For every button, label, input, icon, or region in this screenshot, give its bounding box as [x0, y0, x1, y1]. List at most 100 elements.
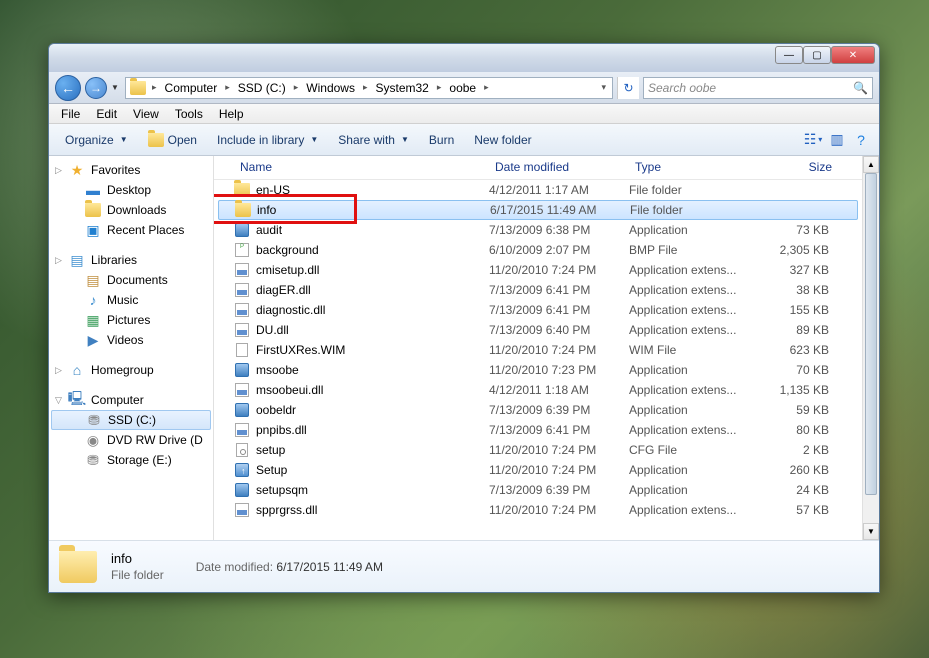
file-row[interactable]: msoobe11/20/2010 7:23 PMApplication70 KB [214, 360, 862, 380]
open-button[interactable]: Open [140, 128, 205, 152]
titlebar[interactable]: — ▢ ✕ [49, 44, 879, 72]
menu-file[interactable]: File [53, 105, 88, 123]
nav-music[interactable]: ♪Music [49, 290, 213, 310]
chevron-right-icon[interactable]: ▸ [290, 82, 303, 93]
column-date[interactable]: Date modified [489, 156, 629, 179]
breadcrumb-ssd[interactable]: SSD (C:) [234, 81, 290, 95]
file-row[interactable]: diagnostic.dll7/13/2009 6:41 PMApplicati… [214, 300, 862, 320]
include-library-button[interactable]: Include in library▼ [209, 129, 326, 151]
scroll-down-button[interactable]: ▼ [863, 523, 879, 540]
file-row[interactable]: DU.dll7/13/2009 6:40 PMApplication exten… [214, 320, 862, 340]
nav-downloads[interactable]: Downloads [49, 200, 213, 220]
file-icon [234, 442, 250, 458]
file-type-label: BMP File [629, 243, 749, 257]
file-row[interactable]: setupsqm7/13/2009 6:39 PMApplication24 K… [214, 480, 862, 500]
file-name-label: oobeldr [256, 403, 296, 417]
file-name-label: cmisetup.dll [256, 263, 319, 277]
breadcrumb-system32[interactable]: System32 [372, 81, 433, 95]
file-row[interactable]: FirstUXRes.WIM11/20/2010 7:24 PMWIM File… [214, 340, 862, 360]
preview-pane-button[interactable]: ▥ [827, 131, 847, 149]
column-name[interactable]: Name [234, 156, 489, 179]
file-icon [234, 222, 250, 238]
file-type-label: Application [629, 463, 749, 477]
nav-computer[interactable]: ▽🖳Computer [49, 390, 213, 410]
nav-homegroup[interactable]: ▷⌂Homegroup [49, 360, 213, 380]
nav-pictures[interactable]: ▦Pictures [49, 310, 213, 330]
file-row[interactable]: pnpibs.dll7/13/2009 6:41 PMApplication e… [214, 420, 862, 440]
breadcrumb[interactable]: ▸ Computer ▸ SSD (C:) ▸ Windows ▸ System… [125, 77, 613, 99]
file-row[interactable]: audit7/13/2009 6:38 PMApplication73 KB [214, 220, 862, 240]
share-with-button[interactable]: Share with▼ [330, 129, 417, 151]
view-options-button[interactable]: ☷▾ [803, 131, 823, 149]
file-icon: ↑ [234, 462, 250, 478]
menu-view[interactable]: View [125, 105, 167, 123]
scroll-thumb[interactable] [865, 173, 877, 495]
breadcrumb-windows[interactable]: Windows [302, 81, 359, 95]
file-row[interactable]: en-US4/12/2011 1:17 AMFile folder [214, 180, 862, 200]
search-input[interactable]: Search oobe 🔍 [643, 77, 873, 99]
nav-favorites[interactable]: ▷★Favorites [49, 160, 213, 180]
file-size-label: 2,305 KB [749, 243, 839, 257]
file-row[interactable]: spprgrss.dll11/20/2010 7:24 PMApplicatio… [214, 500, 862, 520]
file-size-label: 327 KB [749, 263, 839, 277]
file-icon [234, 262, 250, 278]
organize-button[interactable]: Organize▼ [57, 129, 136, 151]
chevron-right-icon[interactable]: ▸ [359, 82, 372, 93]
file-row[interactable]: Pbackground6/10/2009 2:07 PMBMP File2,30… [214, 240, 862, 260]
nav-videos[interactable]: ▶Videos [49, 330, 213, 350]
refresh-button[interactable]: ↻ [617, 77, 639, 99]
file-list[interactable]: en-US4/12/2011 1:17 AMFile folderinfo6/1… [214, 180, 862, 540]
file-icon [234, 342, 250, 358]
file-row[interactable]: ↑Setup11/20/2010 7:24 PMApplication260 K… [214, 460, 862, 480]
burn-button[interactable]: Burn [421, 129, 462, 151]
column-size[interactable]: Size [749, 156, 839, 179]
chevron-down-icon[interactable]: ▾ [597, 82, 610, 93]
breadcrumb-oobe[interactable]: oobe [445, 81, 480, 95]
file-date-label: 7/13/2009 6:39 PM [489, 483, 629, 497]
chevron-right-icon[interactable]: ▸ [148, 82, 161, 93]
nav-ssd-c[interactable]: ⛃SSD (C:) [51, 410, 211, 430]
back-button[interactable]: ← [55, 75, 81, 101]
nav-dvd-d[interactable]: ◉DVD RW Drive (D [49, 430, 213, 450]
documents-icon: ▤ [85, 272, 101, 288]
menu-help[interactable]: Help [211, 105, 252, 123]
file-type-label: Application [629, 363, 749, 377]
chevron-down-icon: ▼ [401, 135, 409, 144]
menu-edit[interactable]: Edit [88, 105, 125, 123]
file-row[interactable]: msoobeui.dll4/12/2011 1:18 AMApplication… [214, 380, 862, 400]
nav-storage-e[interactable]: ⛃Storage (E:) [49, 450, 213, 470]
new-folder-button[interactable]: New folder [466, 129, 539, 151]
scroll-track[interactable] [863, 173, 879, 523]
scroll-up-button[interactable]: ▲ [863, 156, 879, 173]
help-button[interactable]: ? [851, 131, 871, 149]
file-row[interactable]: setup11/20/2010 7:24 PMCFG File2 KB [214, 440, 862, 460]
breadcrumb-computer[interactable]: Computer [161, 81, 222, 95]
file-date-label: 4/12/2011 1:17 AM [489, 183, 629, 197]
maximize-button[interactable]: ▢ [803, 46, 831, 64]
file-type-label: Application [629, 483, 749, 497]
chevron-right-icon[interactable]: ▸ [480, 82, 493, 93]
file-icon [234, 362, 250, 378]
search-icon[interactable]: 🔍 [853, 81, 868, 95]
history-dropdown[interactable]: ▼ [111, 83, 121, 92]
chevron-right-icon[interactable]: ▸ [433, 82, 446, 93]
file-size-label: 623 KB [749, 343, 839, 357]
column-type[interactable]: Type [629, 156, 749, 179]
nav-desktop[interactable]: ▬Desktop [49, 180, 213, 200]
nav-recent-places[interactable]: ▣Recent Places [49, 220, 213, 240]
minimize-button[interactable]: — [775, 46, 803, 64]
menu-tools[interactable]: Tools [167, 105, 211, 123]
file-row[interactable]: diagER.dll7/13/2009 6:41 PMApplication e… [214, 280, 862, 300]
chevron-right-icon[interactable]: ▸ [221, 82, 234, 93]
nav-documents[interactable]: ▤Documents [49, 270, 213, 290]
file-row[interactable]: oobeldr7/13/2009 6:39 PMApplication59 KB [214, 400, 862, 420]
file-date-label: 11/20/2010 7:24 PM [489, 463, 629, 477]
vertical-scrollbar[interactable]: ▲ ▼ [862, 156, 879, 540]
file-name-label: en-US [256, 183, 290, 197]
file-row[interactable]: cmisetup.dll11/20/2010 7:24 PMApplicatio… [214, 260, 862, 280]
forward-button[interactable]: → [85, 77, 107, 99]
nav-libraries[interactable]: ▷▤Libraries [49, 250, 213, 270]
file-row[interactable]: info6/17/2015 11:49 AMFile folder [218, 200, 858, 220]
file-name-label: msoobe [256, 363, 299, 377]
close-button[interactable]: ✕ [831, 46, 875, 64]
